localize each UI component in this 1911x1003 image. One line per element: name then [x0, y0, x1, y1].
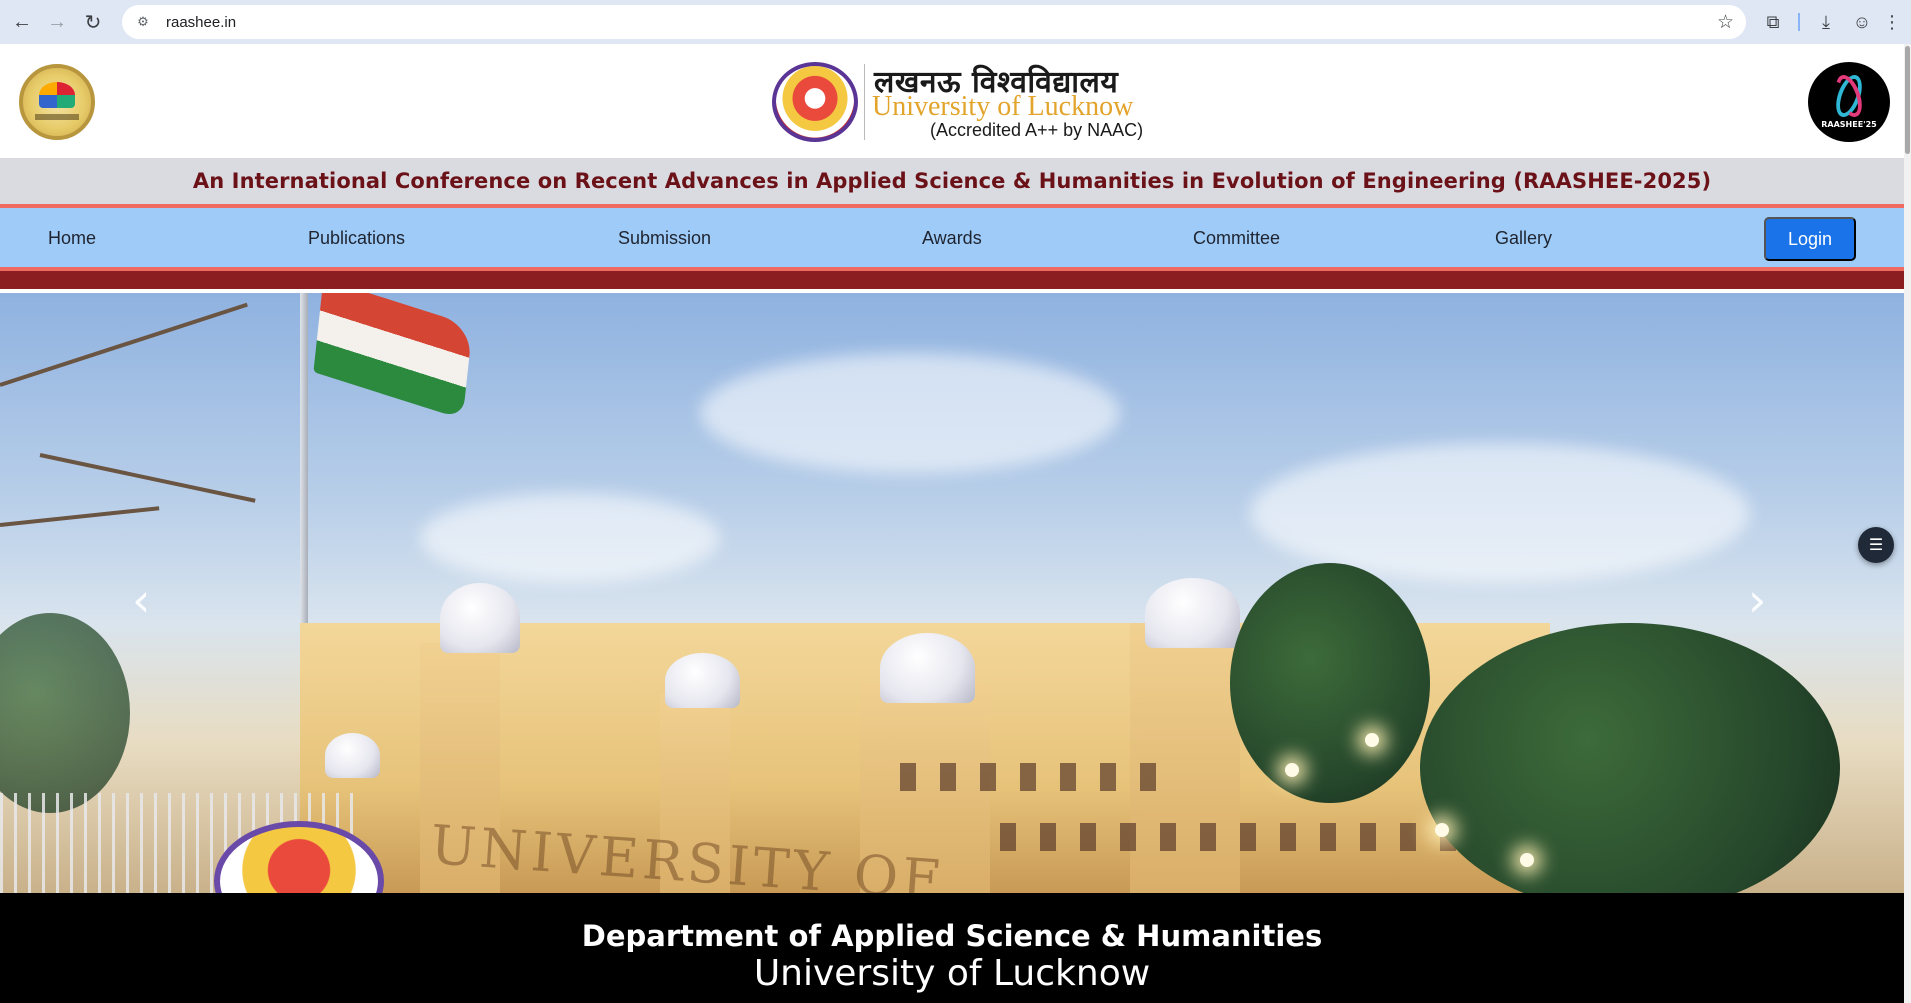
conference-banner: An International Conference on Recent Ad… — [0, 158, 1904, 208]
dome-graphic — [440, 583, 520, 653]
page-scrollbar[interactable] — [1904, 44, 1911, 1003]
window-row-graphic — [900, 763, 1180, 791]
browser-toolbar: ← → ↻ ⚙ raashee.in ☆ ⧉ ⤓ ☺ ⋮ — [0, 0, 1911, 44]
profile-icon[interactable]: ☺ — [1845, 5, 1879, 39]
university-subtitle: University of Lucknow — [753, 953, 1151, 994]
tower-graphic — [1130, 623, 1240, 893]
dome-graphic — [880, 633, 975, 703]
street-light-graphic — [1285, 763, 1299, 777]
national-flag-graphic — [313, 293, 473, 420]
arrow-right-icon: → — [47, 10, 67, 33]
tree-graphic — [1420, 623, 1840, 893]
conference-logo-text: RAASHEE'25 — [1821, 120, 1877, 129]
forward-button[interactable]: → — [40, 5, 74, 39]
bookmark-star-icon[interactable]: ☆ — [1717, 11, 1734, 34]
nav-committee[interactable]: Committee — [1193, 228, 1280, 249]
back-button[interactable]: ← — [5, 5, 39, 39]
reload-button[interactable]: ↻ — [76, 5, 110, 39]
cloud-graphic — [1250, 443, 1750, 583]
branch-graphic — [0, 506, 160, 527]
reload-icon: ↻ — [84, 11, 102, 34]
decorative-strip — [0, 271, 1904, 289]
department-logo[interactable] — [19, 64, 95, 140]
nav-submission[interactable]: Submission — [618, 228, 711, 249]
accreditation-text: (Accredited A++ by NAAC) — [930, 120, 1144, 140]
logo-emblem-graphic — [39, 82, 75, 108]
list-menu-icon: ☰ — [1868, 537, 1884, 554]
menu-kebab-icon[interactable]: ⋮ — [1877, 5, 1907, 39]
url-text[interactable]: raashee.in — [166, 14, 236, 31]
cloud-graphic — [700, 353, 1120, 473]
hero-carousel: UNIVERSITY OF ‹ › — [0, 293, 1904, 893]
street-light-graphic — [1435, 823, 1449, 837]
arrow-left-icon: ← — [12, 10, 32, 33]
address-bar[interactable]: ⚙ raashee.in ☆ — [122, 5, 1746, 39]
branch-graphic — [39, 453, 256, 503]
university-name-english: University of Lucknow — [872, 91, 1134, 122]
carousel-next-button[interactable]: › — [1748, 573, 1766, 627]
site-settings-icon[interactable]: ⚙ — [132, 14, 154, 30]
logo-text-graphic — [35, 114, 79, 120]
street-light-graphic — [1365, 733, 1379, 747]
dome-graphic — [325, 733, 380, 778]
main-navigation: Home Publications Submission Awards Comm… — [0, 208, 1904, 271]
branch-graphic — [0, 302, 248, 387]
palm-tree-graphic — [1230, 563, 1430, 803]
toolbar-divider — [1798, 13, 1800, 31]
conference-title: An International Conference on Recent Ad… — [192, 169, 1712, 193]
department-title: Department of Applied Science & Humaniti… — [581, 919, 1323, 953]
emblem-divider — [864, 64, 865, 140]
street-light-graphic — [1520, 853, 1534, 867]
dome-graphic — [665, 653, 740, 708]
download-icon[interactable]: ⤓ — [1809, 5, 1843, 39]
extensions-icon[interactable]: ⧉ — [1756, 5, 1790, 39]
department-banner: Department of Applied Science & Humaniti… — [0, 893, 1904, 1003]
conference-logo[interactable]: RAASHEE'25 — [1808, 62, 1890, 142]
nav-gallery[interactable]: Gallery — [1495, 228, 1552, 249]
floating-menu-button[interactable]: ☰ — [1858, 527, 1894, 563]
nav-awards[interactable]: Awards — [922, 228, 982, 249]
dome-graphic — [1145, 578, 1240, 648]
university-emblem — [772, 62, 858, 142]
login-button[interactable]: Login — [1764, 217, 1856, 261]
nav-home[interactable]: Home — [48, 228, 96, 249]
dna-strand-graphic-2 — [1831, 71, 1867, 121]
nav-publications[interactable]: Publications — [308, 228, 405, 249]
tree-graphic — [0, 613, 130, 813]
site-header: लखनऊ विश्वविद्यालय University of Lucknow… — [0, 44, 1904, 158]
carousel-prev-button[interactable]: ‹ — [132, 573, 150, 627]
scrollbar-thumb[interactable] — [1905, 46, 1910, 154]
cloud-graphic — [420, 493, 720, 583]
